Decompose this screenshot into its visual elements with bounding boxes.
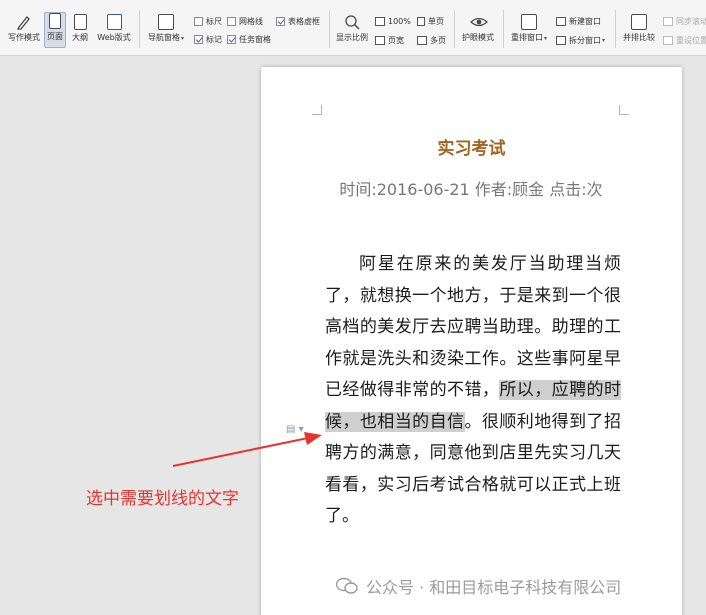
- crop-mark: [619, 105, 629, 115]
- separator: [454, 10, 455, 48]
- chevron-down-icon: ▾: [180, 35, 184, 42]
- rearrange-window-icon: [521, 14, 537, 30]
- chevron-down-icon: ▾: [602, 36, 606, 44]
- new-window-icon: [556, 16, 566, 26]
- sync-scroll-button[interactable]: 同步滚动: [663, 15, 706, 27]
- body-text[interactable]: 阿星在原来的美发厅当助理当烦了，就想换一个地方，于是来到一个很高档的美发厅去应聘…: [325, 254, 621, 400]
- table-gridlines-label: 表格虚框: [288, 16, 320, 26]
- web-layout-button[interactable]: Web版式: [94, 14, 134, 48]
- marks-label: 标记: [206, 34, 222, 44]
- single-page-label: 单页: [428, 16, 444, 26]
- rearrange-window-label: 重排窗口: [510, 33, 543, 42]
- reset-position-label: 重设位置: [676, 35, 706, 45]
- side-by-side-icon: [631, 14, 647, 30]
- eye-protect-button[interactable]: 护眼模式: [458, 14, 498, 48]
- page-view-button[interactable]: 页面: [44, 12, 66, 48]
- zoom-100-label: 100%: [388, 16, 411, 26]
- nav-pane-label-wrap: 导航窗格▾: [148, 32, 184, 43]
- multi-page-label: 多页: [430, 35, 446, 45]
- ruler-checkbox[interactable]: [194, 16, 203, 26]
- web-layout-icon: [106, 14, 122, 30]
- writing-mode-button[interactable]: 写作模式: [6, 14, 42, 48]
- new-window-label: 新建窗口: [569, 16, 601, 26]
- writing-mode-label: 写作模式: [8, 33, 40, 42]
- page-width-icon: [375, 35, 385, 45]
- sync-scroll-icon: [663, 16, 673, 26]
- gridlines-toggle[interactable]: 网格线: [227, 15, 263, 27]
- table-gridlines-checkbox[interactable]: [276, 16, 285, 26]
- zoom-label: 显示比例: [336, 33, 368, 42]
- task-pane-toggle[interactable]: 任务窗格: [227, 33, 271, 45]
- split-window-button[interactable]: 拆分窗口 ▾: [556, 34, 605, 46]
- new-window-button[interactable]: 新建窗口: [556, 15, 601, 27]
- task-pane-label: 任务窗格: [239, 34, 271, 44]
- zoom-100-button[interactable]: 100%: [375, 15, 411, 27]
- outline-view-button[interactable]: 大纲: [69, 14, 91, 48]
- rearrange-label-wrap: 重排窗口▾: [511, 32, 547, 43]
- watermark: 公众号 · 和田目标电子科技有限公司: [335, 574, 622, 598]
- document-meta[interactable]: 时间:2016-06-21 作者:顾金 点击:次: [325, 175, 617, 204]
- split-window-label: 拆分窗口: [569, 35, 601, 45]
- eye-protect-label: 护眼模式: [462, 33, 494, 42]
- document-body[interactable]: 阿星在原来的美发厅当助理当烦了，就想换一个地方，于是来到一个很高档的美发厅去应聘…: [325, 249, 621, 533]
- magnifier-icon: [344, 14, 360, 30]
- single-page-button[interactable]: 单页: [417, 15, 444, 27]
- separator: [503, 10, 504, 48]
- view-ribbon: 写作模式 页面 大纲 Web版式 导航窗格▾ 标尺 网格线 表格虚框 标记 任务…: [0, 0, 706, 56]
- zoom-100-icon: [375, 16, 385, 26]
- reset-position-button[interactable]: 重设位置: [663, 34, 706, 46]
- paragraph-marker-icon[interactable]: ▤ ▾: [286, 424, 304, 435]
- separator: [329, 10, 330, 48]
- web-layout-label: Web版式: [97, 33, 131, 42]
- sync-scroll-label: 同步滚动: [676, 16, 706, 26]
- multi-page-icon: [417, 35, 427, 45]
- task-pane-checkbox[interactable]: [227, 34, 236, 44]
- separator: [615, 10, 616, 48]
- zoom-button[interactable]: 显示比例: [333, 14, 371, 48]
- separator: [139, 10, 140, 48]
- nav-pane-icon: [158, 14, 174, 30]
- page-icon: [49, 13, 61, 29]
- outline-view-label: 大纲: [72, 33, 88, 42]
- reset-position-icon: [663, 35, 673, 45]
- chevron-down-icon: ▾: [543, 35, 547, 42]
- page-width-label: 页宽: [388, 35, 404, 45]
- marks-toggle[interactable]: 标记: [194, 33, 222, 45]
- side-by-side-button[interactable]: 并排比较: [619, 14, 659, 48]
- document-title[interactable]: 实习考试: [261, 134, 682, 159]
- crop-mark: [312, 105, 322, 115]
- side-by-side-label: 并排比较: [623, 33, 655, 42]
- nav-pane-label: 导航窗格: [147, 33, 180, 42]
- annotation-label: 选中需要划线的文字: [86, 489, 239, 509]
- page-width-button[interactable]: 页宽: [375, 34, 404, 46]
- eye-icon: [470, 14, 488, 30]
- gridlines-checkbox[interactable]: [227, 16, 236, 26]
- document-page[interactable]: 实习考试 时间:2016-06-21 作者:顾金 点击:次 阿星在原来的美发厅当…: [261, 67, 682, 615]
- outline-icon: [73, 14, 87, 30]
- single-page-icon: [417, 16, 425, 26]
- gridlines-label: 网格线: [239, 16, 263, 26]
- watermark-text: 公众号 · 和田目标电子科技有限公司: [366, 578, 622, 597]
- table-gridlines-toggle[interactable]: 表格虚框: [276, 15, 320, 27]
- wechat-icon: [335, 577, 358, 595]
- multi-page-button[interactable]: 多页: [417, 34, 446, 46]
- page-view-label: 页面: [47, 32, 63, 41]
- nav-pane-button[interactable]: 导航窗格▾: [143, 14, 189, 48]
- marks-checkbox[interactable]: [194, 34, 203, 44]
- ruler-label: 标尺: [206, 16, 222, 26]
- rearrange-window-button[interactable]: 重排窗口▾: [507, 14, 551, 48]
- split-window-icon: [556, 35, 566, 45]
- ruler-toggle[interactable]: 标尺: [194, 15, 222, 27]
- pen-icon: [16, 14, 32, 30]
